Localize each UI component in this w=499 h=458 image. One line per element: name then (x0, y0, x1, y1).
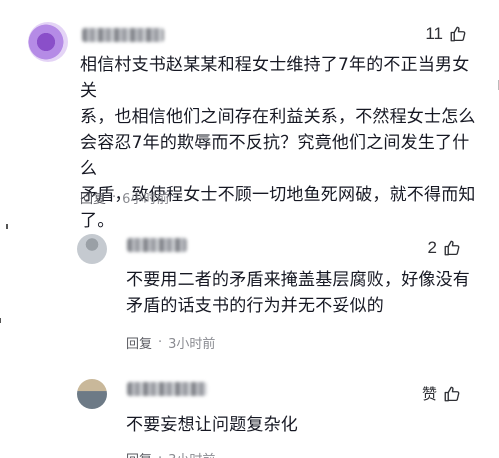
comment-text-line: 了。 (80, 211, 115, 231)
comment-meta: 回复 · 3小时前 (126, 333, 215, 352)
reply-button[interactable]: 回复 (126, 449, 152, 458)
avatar[interactable] (77, 234, 107, 264)
comment-text: 不要妄想让问题复杂化 (126, 412, 476, 438)
edge-artifact (0, 318, 1, 323)
avatar[interactable] (77, 379, 107, 409)
comment-text-line: 不要妄想让问题复杂化 (126, 415, 298, 435)
like-button[interactable]: 赞 (422, 383, 461, 404)
thumbs-up-icon (450, 26, 466, 42)
edge-artifact (6, 224, 8, 229)
comment-section: 11 相信村支书赵某某和程女士维持了7年的不正当男女关 系，也相信他们之间存在利… (0, 0, 499, 458)
comment-meta: 回复 · 3小时前 (126, 449, 215, 458)
thumbs-up-icon (444, 240, 460, 256)
reply-button[interactable]: 回复 (126, 333, 152, 352)
comment-text-line: 相信村支书赵某某和程女士维持了7年的不正当男女关 (80, 55, 470, 101)
comment-meta: 回复 · 6小时前 (80, 188, 169, 207)
reply-button[interactable]: 回复 (80, 188, 106, 207)
comment-text-line: 系，也相信他们之间存在利益关系，不然程女士怎么 (80, 107, 476, 127)
comment-text-line: 不要用二者的矛盾来掩盖基层腐败，好像没有 (126, 270, 470, 290)
meta-separator: · (158, 335, 163, 350)
comment-text: 不要用二者的矛盾来掩盖基层腐败，好像没有 矛盾的话支书的行为并无不妥似的 (126, 267, 476, 319)
like-count: 11 (425, 24, 443, 43)
comment-text-line: 矛盾的话支书的行为并无不妥似的 (126, 296, 384, 316)
comment-time: 6小时前 (122, 192, 170, 207)
like-count: 2 (427, 238, 437, 257)
meta-separator: · (112, 190, 117, 205)
username-blurred[interactable] (127, 238, 187, 252)
username-blurred[interactable] (127, 382, 207, 396)
like-label: 赞 (421, 385, 437, 403)
thumbs-up-icon (444, 386, 460, 401)
comment-text-line: 会容忍7年的欺辱而不反抗？究竟他们之间发生了什么 (80, 133, 470, 179)
username-blurred[interactable] (82, 28, 164, 42)
like-button[interactable]: 2 (428, 238, 461, 258)
like-button[interactable]: 11 (425, 24, 467, 44)
avatar[interactable] (28, 22, 68, 62)
comment-time: 3小时前 (168, 337, 216, 352)
comment-time: 3小时前 (168, 449, 215, 458)
meta-separator: · (158, 451, 162, 458)
